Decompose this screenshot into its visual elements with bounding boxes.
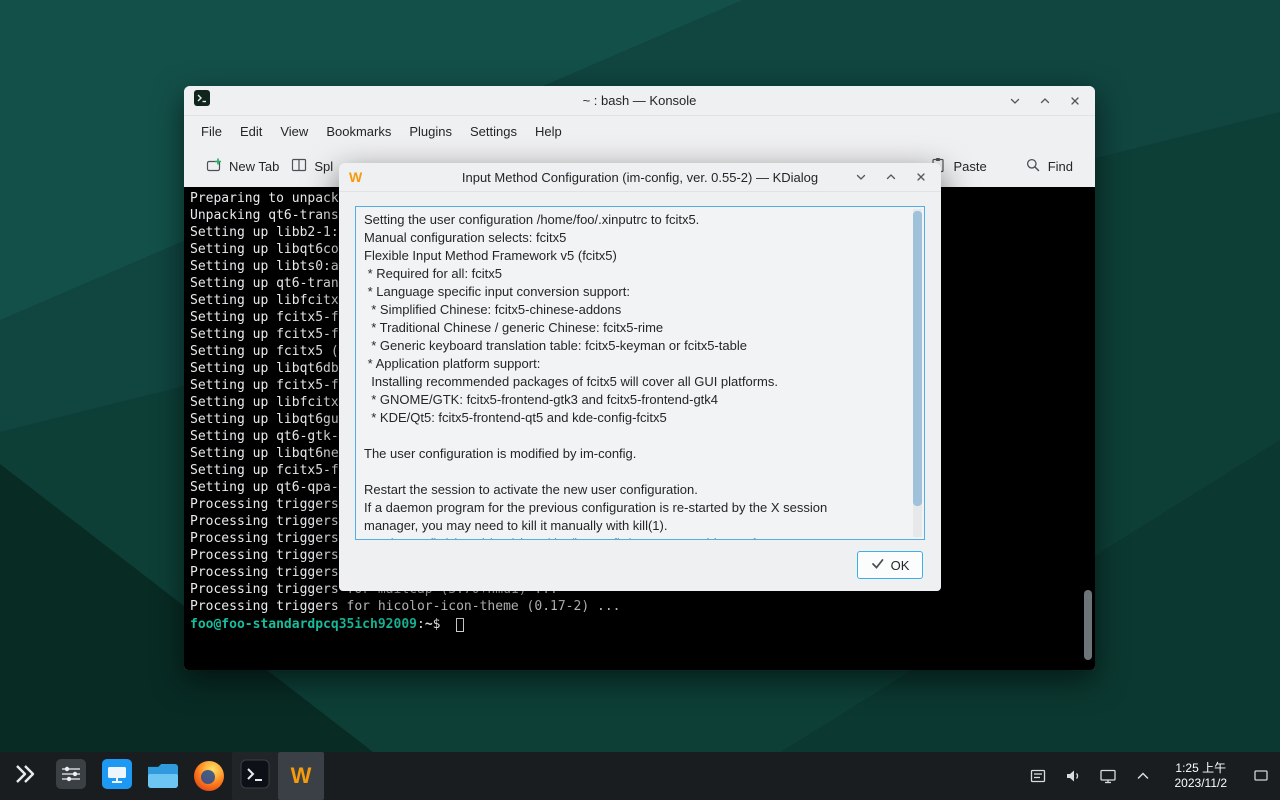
dialog-close-button[interactable] bbox=[911, 167, 931, 187]
dialog-message-line: * GNOME/GTK: fcitx5-frontend-gtk3 and fc… bbox=[364, 392, 904, 410]
menu-item[interactable]: View bbox=[271, 120, 317, 143]
split-view-button[interactable]: Spl bbox=[285, 152, 339, 181]
dialog-message-line: * Traditional Chinese / generic Chinese:… bbox=[364, 320, 904, 338]
dialog-message-line: * Generic keyboard translation table: fc… bbox=[364, 338, 904, 356]
dialog-message-line: The user configuration is modified by im… bbox=[364, 446, 904, 464]
dialog-message-line: Flexible Input Method Framework v5 (fcit… bbox=[364, 248, 904, 266]
split-view-icon bbox=[291, 157, 307, 176]
im-config-app-icon: W bbox=[349, 170, 362, 184]
terminal-cursor bbox=[456, 618, 464, 632]
maximize-button[interactable] bbox=[1035, 91, 1055, 111]
prompt-symbol: $ bbox=[433, 617, 449, 632]
notifications-icon[interactable] bbox=[1027, 761, 1049, 791]
launcher-icon bbox=[12, 761, 38, 792]
taskbar-file-manager[interactable] bbox=[140, 752, 186, 800]
dialog-maximize-button[interactable] bbox=[881, 167, 901, 187]
blue-app-icon bbox=[102, 759, 132, 794]
im-config-task-icon: W bbox=[291, 765, 312, 787]
terminal-prompt: foo@foo-standardpcq35ich92009:~$ bbox=[190, 616, 1081, 633]
split-view-label: Spl bbox=[314, 159, 333, 174]
dialog-message-line: * Simplified Chinese: fcitx5-chinese-add… bbox=[364, 302, 904, 320]
menu-item[interactable]: Bookmarks bbox=[317, 120, 400, 143]
taskbar: W 1:25 上午 2023/11/2 bbox=[0, 752, 1280, 800]
prompt-user-host: foo@foo-standardpcq35ich92009 bbox=[190, 617, 417, 632]
taskbar-firefox[interactable] bbox=[186, 752, 232, 800]
ok-label: OK bbox=[891, 558, 910, 573]
dialog-message-area[interactable]: Setting the user configuration /home/foo… bbox=[355, 206, 925, 540]
dialog-minimize-button[interactable] bbox=[851, 167, 871, 187]
new-tab-icon bbox=[206, 157, 222, 176]
im-config-dialog: W Input Method Configuration (im-config,… bbox=[339, 163, 941, 591]
menu-item[interactable]: Plugins bbox=[400, 120, 461, 143]
terminal-scrollbar-handle[interactable] bbox=[1084, 590, 1092, 660]
prompt-path: ~ bbox=[425, 617, 433, 632]
dialog-message-line: Installing recommended packages of fcitx… bbox=[364, 374, 904, 392]
find-label: Find bbox=[1048, 159, 1073, 174]
ok-button[interactable]: OK bbox=[857, 551, 923, 579]
new-tab-label: New Tab bbox=[229, 159, 279, 174]
taskbar-app-blue[interactable] bbox=[94, 752, 140, 800]
clock-date: 2023/11/2 bbox=[1175, 776, 1228, 791]
sliders-icon bbox=[56, 759, 86, 794]
expand-tray-icon[interactable] bbox=[1132, 761, 1154, 791]
task-manager-settings-button[interactable] bbox=[48, 752, 94, 800]
dialog-scrollbar[interactable] bbox=[913, 209, 922, 537]
clock-time: 1:25 上午 bbox=[1175, 761, 1228, 776]
display-icon[interactable] bbox=[1097, 761, 1119, 791]
menu-item[interactable]: Edit bbox=[231, 120, 271, 143]
dialog-message-line: * Required for all: fcitx5 bbox=[364, 266, 904, 284]
terminal-scrollbar[interactable] bbox=[1084, 192, 1092, 664]
dialog-titlebar[interactable]: W Input Method Configuration (im-config,… bbox=[339, 163, 941, 192]
terminal-output-line: Processing triggers for hicolor-icon-the… bbox=[190, 599, 1081, 616]
firefox-icon bbox=[194, 761, 224, 791]
minimize-button[interactable] bbox=[1005, 91, 1025, 111]
dialog-message-line: Setting the user configuration /home/foo… bbox=[364, 212, 904, 230]
dialog-message-line: If a daemon program for the previous con… bbox=[364, 500, 904, 518]
dialog-message-line: Manual configuration selects: fcitx5 bbox=[364, 230, 904, 248]
dialog-message-line bbox=[364, 464, 904, 482]
find-button[interactable]: Find bbox=[1019, 152, 1079, 181]
dialog-message-line: * KDE/Qt5: fcitx5-frontend-qt5 and kde-c… bbox=[364, 410, 904, 428]
window-title: ~ : bash — Konsole bbox=[184, 93, 1095, 108]
taskbar-konsole-task[interactable] bbox=[232, 752, 278, 800]
dialog-message-line: * Language specific input conversion sup… bbox=[364, 284, 904, 302]
digital-clock[interactable]: 1:25 上午 2023/11/2 bbox=[1175, 761, 1228, 791]
konsole-app-icon bbox=[194, 90, 210, 111]
menu-item[interactable]: Help bbox=[526, 120, 571, 143]
app-launcher-button[interactable] bbox=[2, 752, 48, 800]
check-icon bbox=[871, 557, 884, 573]
dialog-message-line: Restart the session to activate the new … bbox=[364, 482, 904, 500]
menu-item[interactable]: Settings bbox=[461, 120, 526, 143]
paste-label: Paste bbox=[953, 159, 986, 174]
search-icon bbox=[1025, 157, 1041, 176]
menu-item[interactable]: File bbox=[192, 120, 231, 143]
volume-icon[interactable] bbox=[1062, 761, 1084, 791]
folder-icon bbox=[148, 764, 178, 788]
konsole-titlebar[interactable]: ~ : bash — Konsole bbox=[184, 86, 1095, 116]
prompt-separator: : bbox=[417, 617, 425, 632]
new-tab-button[interactable]: New Tab bbox=[200, 152, 285, 181]
dialog-message-line: manager, you may need to kill it manuall… bbox=[364, 518, 904, 536]
menu-bar: FileEditViewBookmarksPluginsSettingsHelp bbox=[184, 116, 1095, 146]
dialog-scrollbar-handle[interactable] bbox=[913, 211, 922, 506]
close-button[interactable] bbox=[1065, 91, 1085, 111]
dialog-message-line bbox=[364, 428, 904, 446]
desktop: ~ : bash — Konsole FileEditViewBookmarks… bbox=[0, 0, 1280, 800]
dialog-message-line: * Application platform support: bbox=[364, 356, 904, 374]
dialog-message-line: See im-config(8) and /usr/share/doc/im-c… bbox=[364, 536, 904, 539]
show-desktop-button[interactable] bbox=[1248, 752, 1274, 800]
taskbar-active-task-kdialog[interactable]: W bbox=[278, 752, 324, 800]
konsole-task-icon bbox=[240, 759, 270, 794]
